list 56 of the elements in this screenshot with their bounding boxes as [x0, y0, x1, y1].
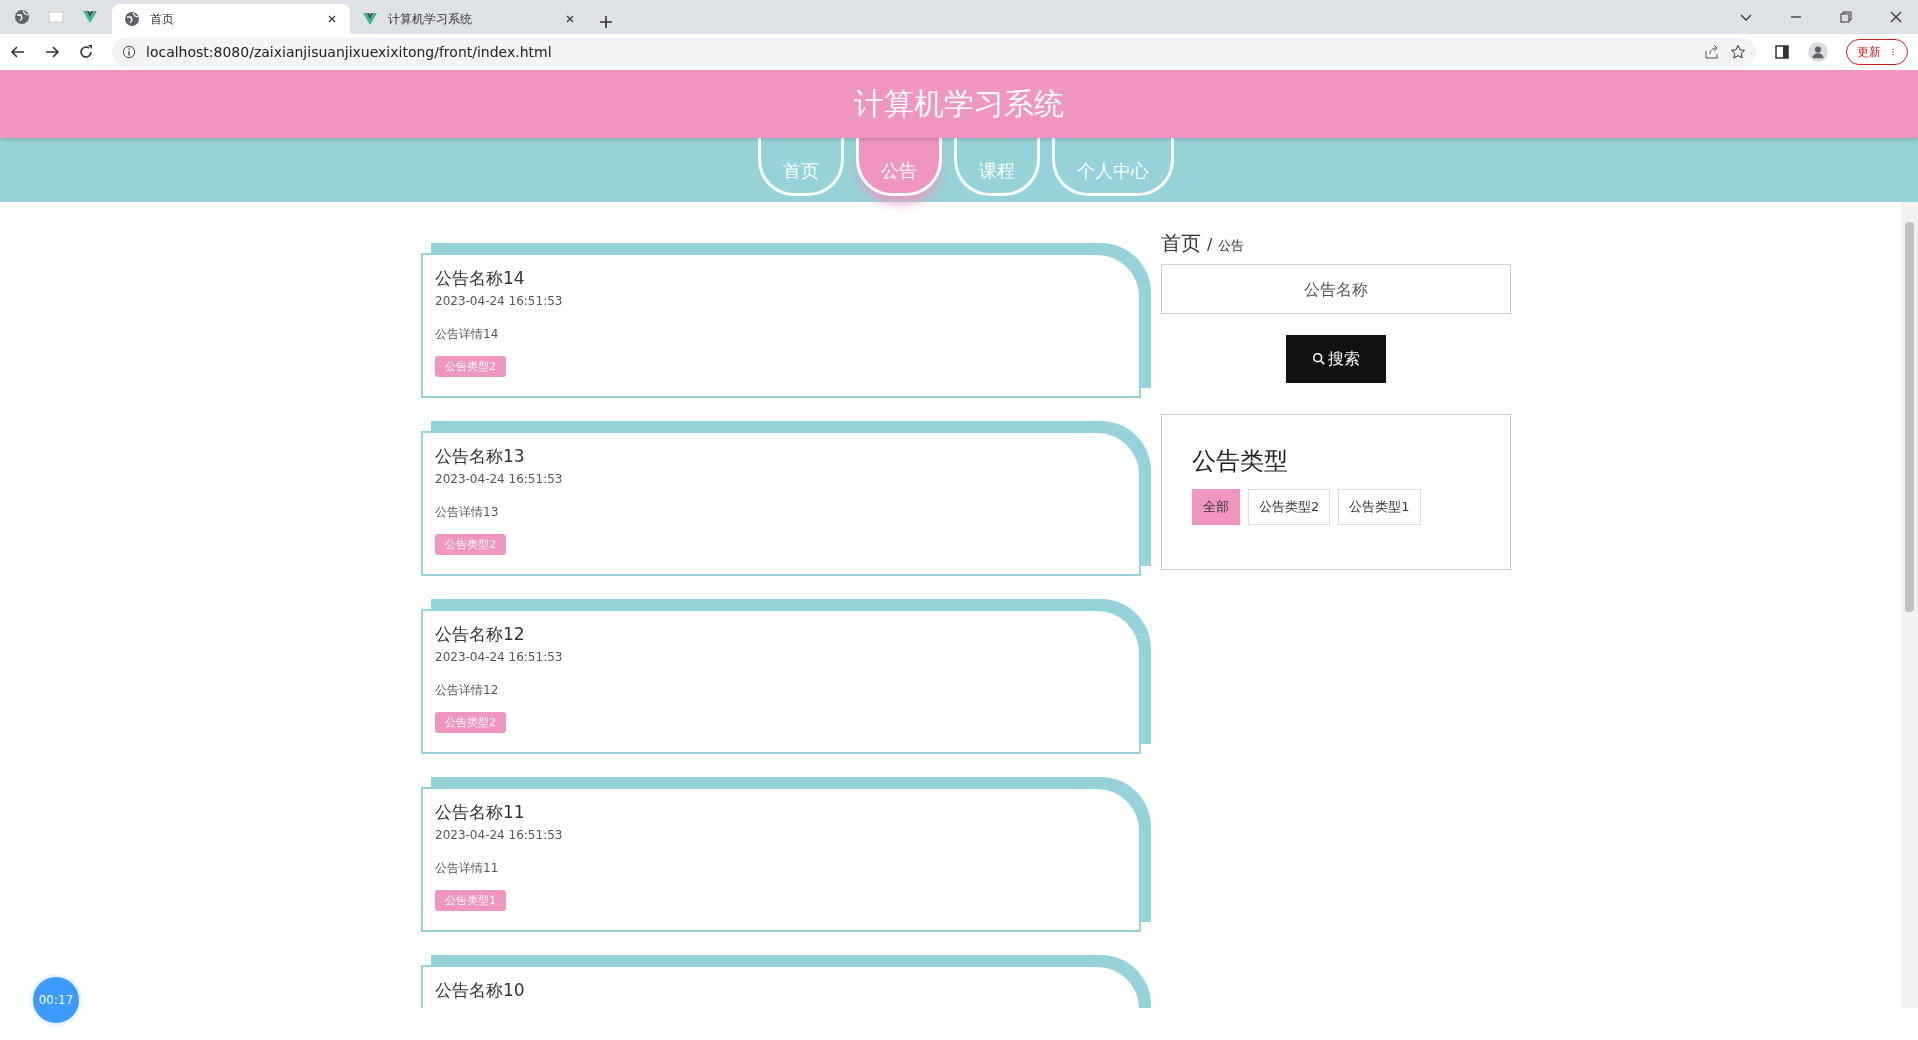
- panel-heading: 公告类型: [1192, 446, 1289, 477]
- notice-title: 公告名称14: [435, 267, 526, 290]
- globe-icon[interactable]: [124, 11, 140, 27]
- notice-card[interactable]: 公告名称10: [421, 965, 1141, 1008]
- close-icon[interactable]: [564, 13, 576, 25]
- type-filter[interactable]: 公告类型2: [1248, 489, 1331, 525]
- search-icon[interactable]: [1312, 352, 1326, 366]
- notice-card[interactable]: 公告名称12 2023-04-24 16:51:53 公告详情12 公告类型2: [421, 609, 1141, 754]
- update-button[interactable]: 更新: [1846, 39, 1908, 65]
- side-panel-icon[interactable]: [1774, 44, 1790, 60]
- breadcrumb-separator: /: [1207, 235, 1213, 254]
- info-icon[interactable]: [122, 45, 136, 59]
- type-filter[interactable]: 公告类型1: [1338, 489, 1421, 525]
- notice-time: 2023-04-24 16:51:53: [435, 294, 564, 308]
- notice-title: 公告名称10: [435, 979, 526, 1002]
- notice-tag: 公告类型2: [435, 356, 506, 377]
- notice-tag: 公告类型2: [435, 534, 506, 555]
- notice-detail: 公告详情13: [435, 504, 500, 521]
- close-icon[interactable]: [1888, 9, 1904, 25]
- share-icon[interactable]: [1704, 44, 1720, 60]
- notice-detail: 公告详情11: [435, 860, 500, 877]
- reload-icon[interactable]: [78, 44, 94, 60]
- notice-time: 2023-04-24 16:51:53: [435, 472, 564, 486]
- notice-title: 公告名称12: [435, 623, 526, 646]
- profile-icon[interactable]: [1808, 42, 1828, 62]
- timer-badge: 00:17: [30, 974, 82, 1026]
- v-logo-icon[interactable]: [82, 9, 98, 25]
- notice-time: 2023-04-24 16:51:53: [435, 650, 564, 664]
- v-logo-icon[interactable]: [362, 11, 378, 27]
- browser-tab[interactable]: 首页: [112, 4, 350, 34]
- notice-card[interactable]: 公告名称13 2023-04-24 16:51:53 公告详情13 公告类型2: [421, 431, 1141, 576]
- scrollbar[interactable]: [1901, 202, 1918, 1008]
- site-title: 计算机学习系统: [854, 84, 1064, 123]
- notice-detail: 公告详情14: [435, 326, 500, 343]
- search-field[interactable]: 公告名称: [1161, 264, 1511, 314]
- back-arrow-icon[interactable]: [10, 44, 26, 60]
- breadcrumb-link[interactable]: 首页: [1161, 230, 1201, 257]
- address-bar[interactable]: localhost:8080/zaixianjisuanjixuexixitong/front/index.html: [112, 38, 1756, 66]
- type-filter[interactable]: 全部: [1192, 489, 1240, 525]
- notice-title: 公告名称11: [435, 801, 526, 824]
- notice-detail: 公告详情12: [435, 682, 500, 699]
- notice-time: 2023-04-24 16:51:53: [435, 828, 564, 842]
- star-icon[interactable]: [1730, 44, 1746, 60]
- breadcrumb-current: 公告: [1218, 237, 1245, 255]
- search-button[interactable]: 搜索: [1286, 335, 1386, 383]
- browser-tab[interactable]: 计算机学习系统: [350, 4, 588, 34]
- notice-title: 公告名称13: [435, 445, 526, 468]
- notice-tag: 公告类型2: [435, 712, 506, 733]
- notice-card[interactable]: 公告名称14 2023-04-24 16:51:53 公告详情14 公告类型2: [421, 253, 1141, 398]
- close-icon[interactable]: [326, 13, 338, 25]
- notice-tag: 公告类型1: [435, 890, 506, 911]
- notice-card[interactable]: 公告名称11 2023-04-24 16:51:53 公告详情11 公告类型1: [421, 787, 1141, 932]
- forward-arrow-icon[interactable]: [44, 44, 60, 60]
- globe-icon[interactable]: [14, 9, 30, 25]
- new-tab-plus-icon[interactable]: [598, 14, 614, 30]
- restore-icon[interactable]: [1838, 9, 1854, 25]
